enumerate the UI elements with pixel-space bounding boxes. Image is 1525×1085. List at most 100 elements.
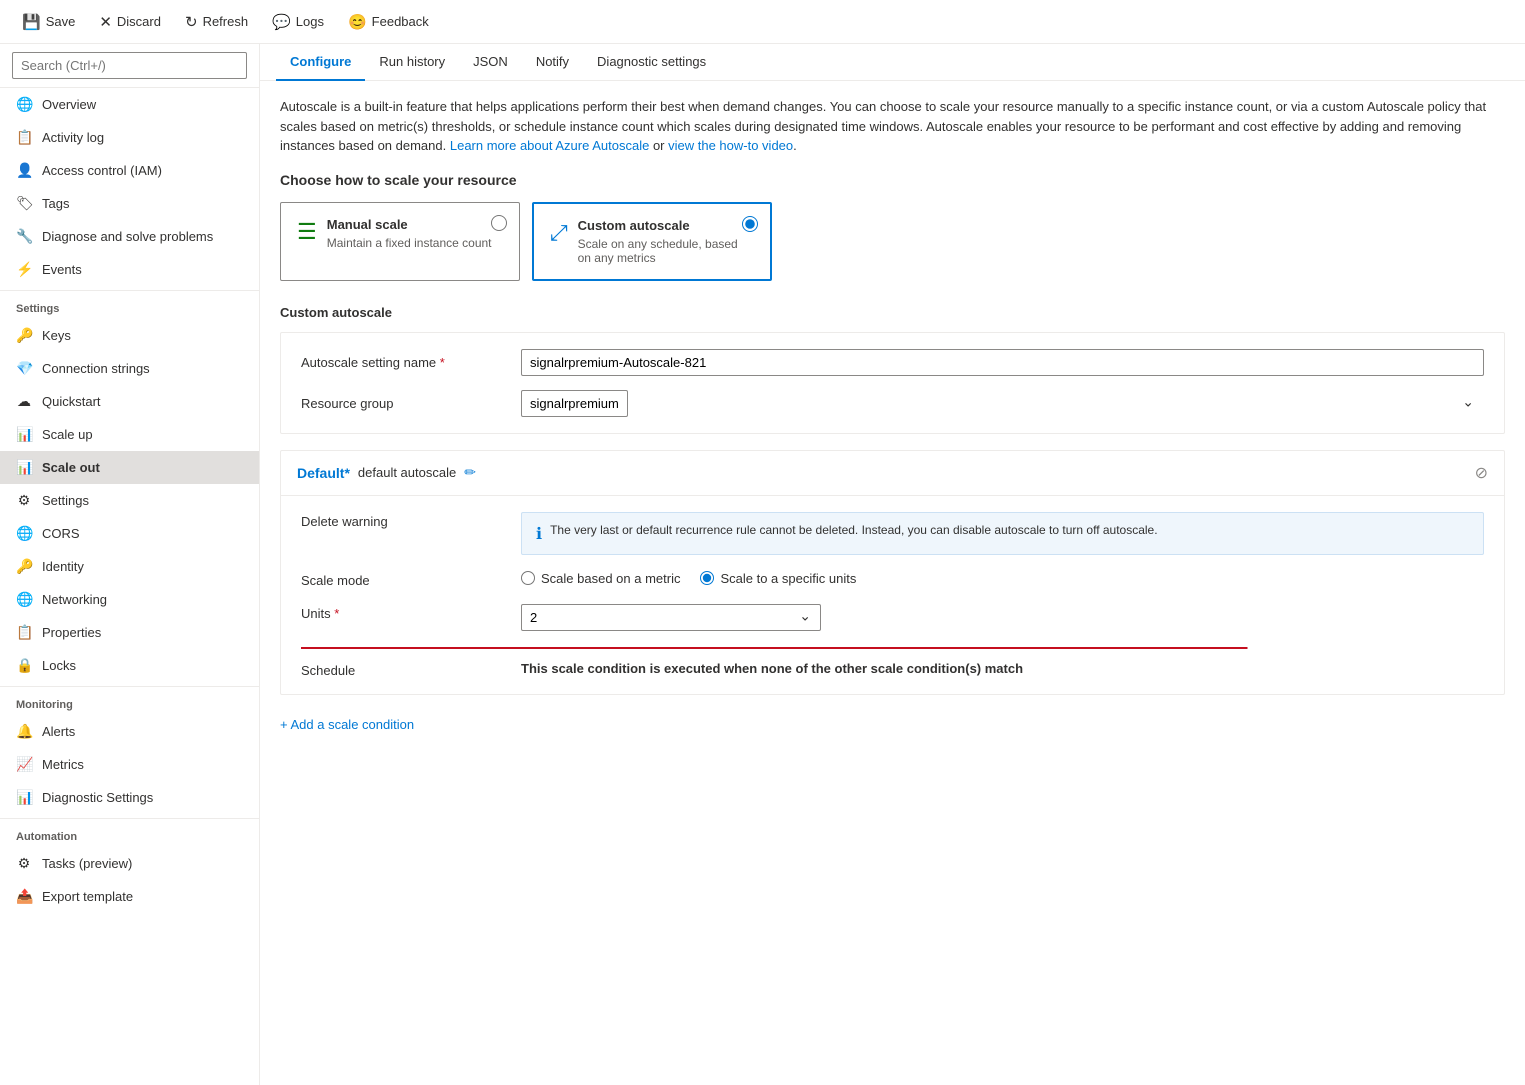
sidebar-item-scale-out[interactable]: 📊 Scale out <box>0 451 259 484</box>
custom-autoscale-card[interactable]: ⤢ Custom autoscale Scale on any schedule… <box>532 202 772 281</box>
sidebar-item-events[interactable]: ⚡ Events <box>0 253 259 286</box>
sidebar-item-tasks[interactable]: ⚙ Tasks (preview) <box>0 847 259 880</box>
edit-icon[interactable]: ✏ <box>464 464 476 481</box>
search-input[interactable] <box>12 52 247 79</box>
alerts-icon: 🔔 <box>16 723 32 740</box>
default-sub-label: default autoscale <box>358 465 456 480</box>
custom-autoscale-radio[interactable] <box>742 216 758 232</box>
delete-warning-label: Delete warning <box>301 512 521 529</box>
refresh-icon: ↻ <box>185 13 198 31</box>
scale-cards: ☰ Manual scale Maintain a fixed instance… <box>280 202 1505 281</box>
units-row: Units * 2 <box>301 604 1484 631</box>
manual-scale-title: Manual scale <box>327 217 492 232</box>
search-container <box>0 44 259 88</box>
tags-icon: 🏷 <box>16 195 32 212</box>
scale-out-icon: 📊 <box>16 459 32 476</box>
keys-icon: 🔑 <box>16 327 32 344</box>
autoscale-name-input[interactable] <box>521 349 1484 376</box>
discard-button[interactable]: ✕ Discard <box>89 8 171 36</box>
scale-mode-row: Scale mode Scale based on a metric Scale… <box>301 571 1484 588</box>
discard-icon: ✕ <box>99 13 112 31</box>
page-content: Autoscale is a built-in feature that hel… <box>260 81 1525 1085</box>
schedule-label: Schedule <box>301 661 521 678</box>
default-block-body: Delete warning ℹ The very last or defaul… <box>281 496 1504 694</box>
custom-autoscale-section-title: Custom autoscale <box>280 305 1505 320</box>
sidebar-item-identity[interactable]: 🔑 Identity <box>0 550 259 583</box>
sidebar-item-scale-up[interactable]: 📊 Scale up <box>0 418 259 451</box>
default-autoscale-block: Default* default autoscale ✏ ⊘ Delete wa… <box>280 450 1505 695</box>
learn-more-link[interactable]: Learn more about Azure Autoscale <box>450 138 649 153</box>
resource-group-select-wrapper: signalrpremium <box>521 390 1484 417</box>
delete-icon[interactable]: ⊘ <box>1475 463 1488 483</box>
sidebar-item-connection-strings[interactable]: 💎 Connection strings <box>0 352 259 385</box>
refresh-button[interactable]: ↻ Refresh <box>175 8 258 36</box>
tab-configure[interactable]: Configure <box>276 44 365 81</box>
overview-icon: 🌐 <box>16 96 32 113</box>
sidebar-item-quickstart[interactable]: ☁ Quickstart <box>0 385 259 418</box>
scale-metric-option[interactable]: Scale based on a metric <box>521 571 680 586</box>
networking-icon: 🌐 <box>16 591 32 608</box>
sidebar-item-export-template[interactable]: 📤 Export template <box>0 880 259 913</box>
sidebar-item-cors[interactable]: 🌐 CORS <box>0 517 259 550</box>
content-area: Configure Run history JSON Notify Diagno… <box>260 44 1525 1085</box>
validation-divider <box>301 647 1484 649</box>
schedule-text: This scale condition is executed when no… <box>521 661 1484 676</box>
scale-up-icon: 📊 <box>16 426 32 443</box>
automation-section-label: Automation <box>0 818 259 847</box>
sidebar-item-diagnostic-settings[interactable]: 📊 Diagnostic Settings <box>0 781 259 814</box>
quickstart-icon: ☁ <box>16 393 32 410</box>
settings-section-label: Settings <box>0 290 259 319</box>
sidebar-item-diagnose[interactable]: 🔧 Diagnose and solve problems <box>0 220 259 253</box>
delete-warning-info: ℹ The very last or default recurrence ru… <box>521 512 1484 555</box>
sidebar-item-tags[interactable]: 🏷 Tags <box>0 187 259 220</box>
sidebar-item-locks[interactable]: 🔒 Locks <box>0 649 259 682</box>
sidebar-item-metrics[interactable]: 📈 Metrics <box>0 748 259 781</box>
feedback-button[interactable]: 😊 Feedback <box>338 8 439 36</box>
add-scale-condition-button[interactable]: + Add a scale condition <box>280 711 1505 738</box>
logs-icon: 💬 <box>272 13 291 31</box>
manual-scale-card[interactable]: ☰ Manual scale Maintain a fixed instance… <box>280 202 520 281</box>
resource-group-select[interactable]: signalrpremium <box>521 390 628 417</box>
locks-icon: 🔒 <box>16 657 32 674</box>
sidebar-item-keys[interactable]: 🔑 Keys <box>0 319 259 352</box>
sidebar: 🌐 Overview 📋 Activity log 👤 Access contr… <box>0 44 260 1085</box>
access-control-icon: 👤 <box>16 162 32 179</box>
diagnose-icon: 🔧 <box>16 228 32 245</box>
sidebar-item-settings[interactable]: ⚙ Settings <box>0 484 259 517</box>
sidebar-item-alerts[interactable]: 🔔 Alerts <box>0 715 259 748</box>
save-icon: 💾 <box>22 13 41 31</box>
info-icon: ℹ <box>536 524 542 544</box>
properties-icon: 📋 <box>16 624 32 641</box>
custom-autoscale-icon: ⤢ <box>550 220 568 246</box>
save-button[interactable]: 💾 Save <box>12 8 85 36</box>
units-select[interactable]: 2 <box>521 604 821 631</box>
tasks-icon: ⚙ <box>16 855 32 872</box>
manual-scale-radio[interactable] <box>491 215 507 231</box>
sidebar-item-activity-log[interactable]: 📋 Activity log <box>0 121 259 154</box>
diagnostic-settings-icon: 📊 <box>16 789 32 806</box>
units-label: Units * <box>301 604 521 621</box>
toolbar: 💾 Save ✕ Discard ↻ Refresh 💬 Logs 😊 Feed… <box>0 0 1525 44</box>
logs-button[interactable]: 💬 Logs <box>262 8 334 36</box>
scale-units-option[interactable]: Scale to a specific units <box>700 571 856 586</box>
scale-units-radio[interactable] <box>700 571 714 585</box>
identity-icon: 🔑 <box>16 558 32 575</box>
section-title: Choose how to scale your resource <box>280 172 1505 188</box>
tab-diagnostic-settings[interactable]: Diagnostic settings <box>583 44 720 81</box>
tab-json[interactable]: JSON <box>459 44 522 81</box>
sidebar-item-networking[interactable]: 🌐 Networking <box>0 583 259 616</box>
custom-autoscale-desc: Scale on any schedule, based on any metr… <box>578 237 754 265</box>
settings-icon: ⚙ <box>16 492 32 509</box>
feedback-icon: 😊 <box>348 13 367 31</box>
manual-scale-icon: ☰ <box>297 219 317 245</box>
tab-run-history[interactable]: Run history <box>365 44 459 81</box>
scale-mode-label: Scale mode <box>301 571 521 588</box>
sidebar-item-properties[interactable]: 📋 Properties <box>0 616 259 649</box>
sidebar-item-access-control[interactable]: 👤 Access control (IAM) <box>0 154 259 187</box>
autoscale-form: Autoscale setting name * Resource group … <box>280 332 1505 434</box>
scale-metric-radio[interactable] <box>521 571 535 585</box>
cors-icon: 🌐 <box>16 525 32 542</box>
tab-notify[interactable]: Notify <box>522 44 583 81</box>
sidebar-item-overview[interactable]: 🌐 Overview <box>0 88 259 121</box>
how-to-video-link[interactable]: view the how-to video <box>668 138 793 153</box>
